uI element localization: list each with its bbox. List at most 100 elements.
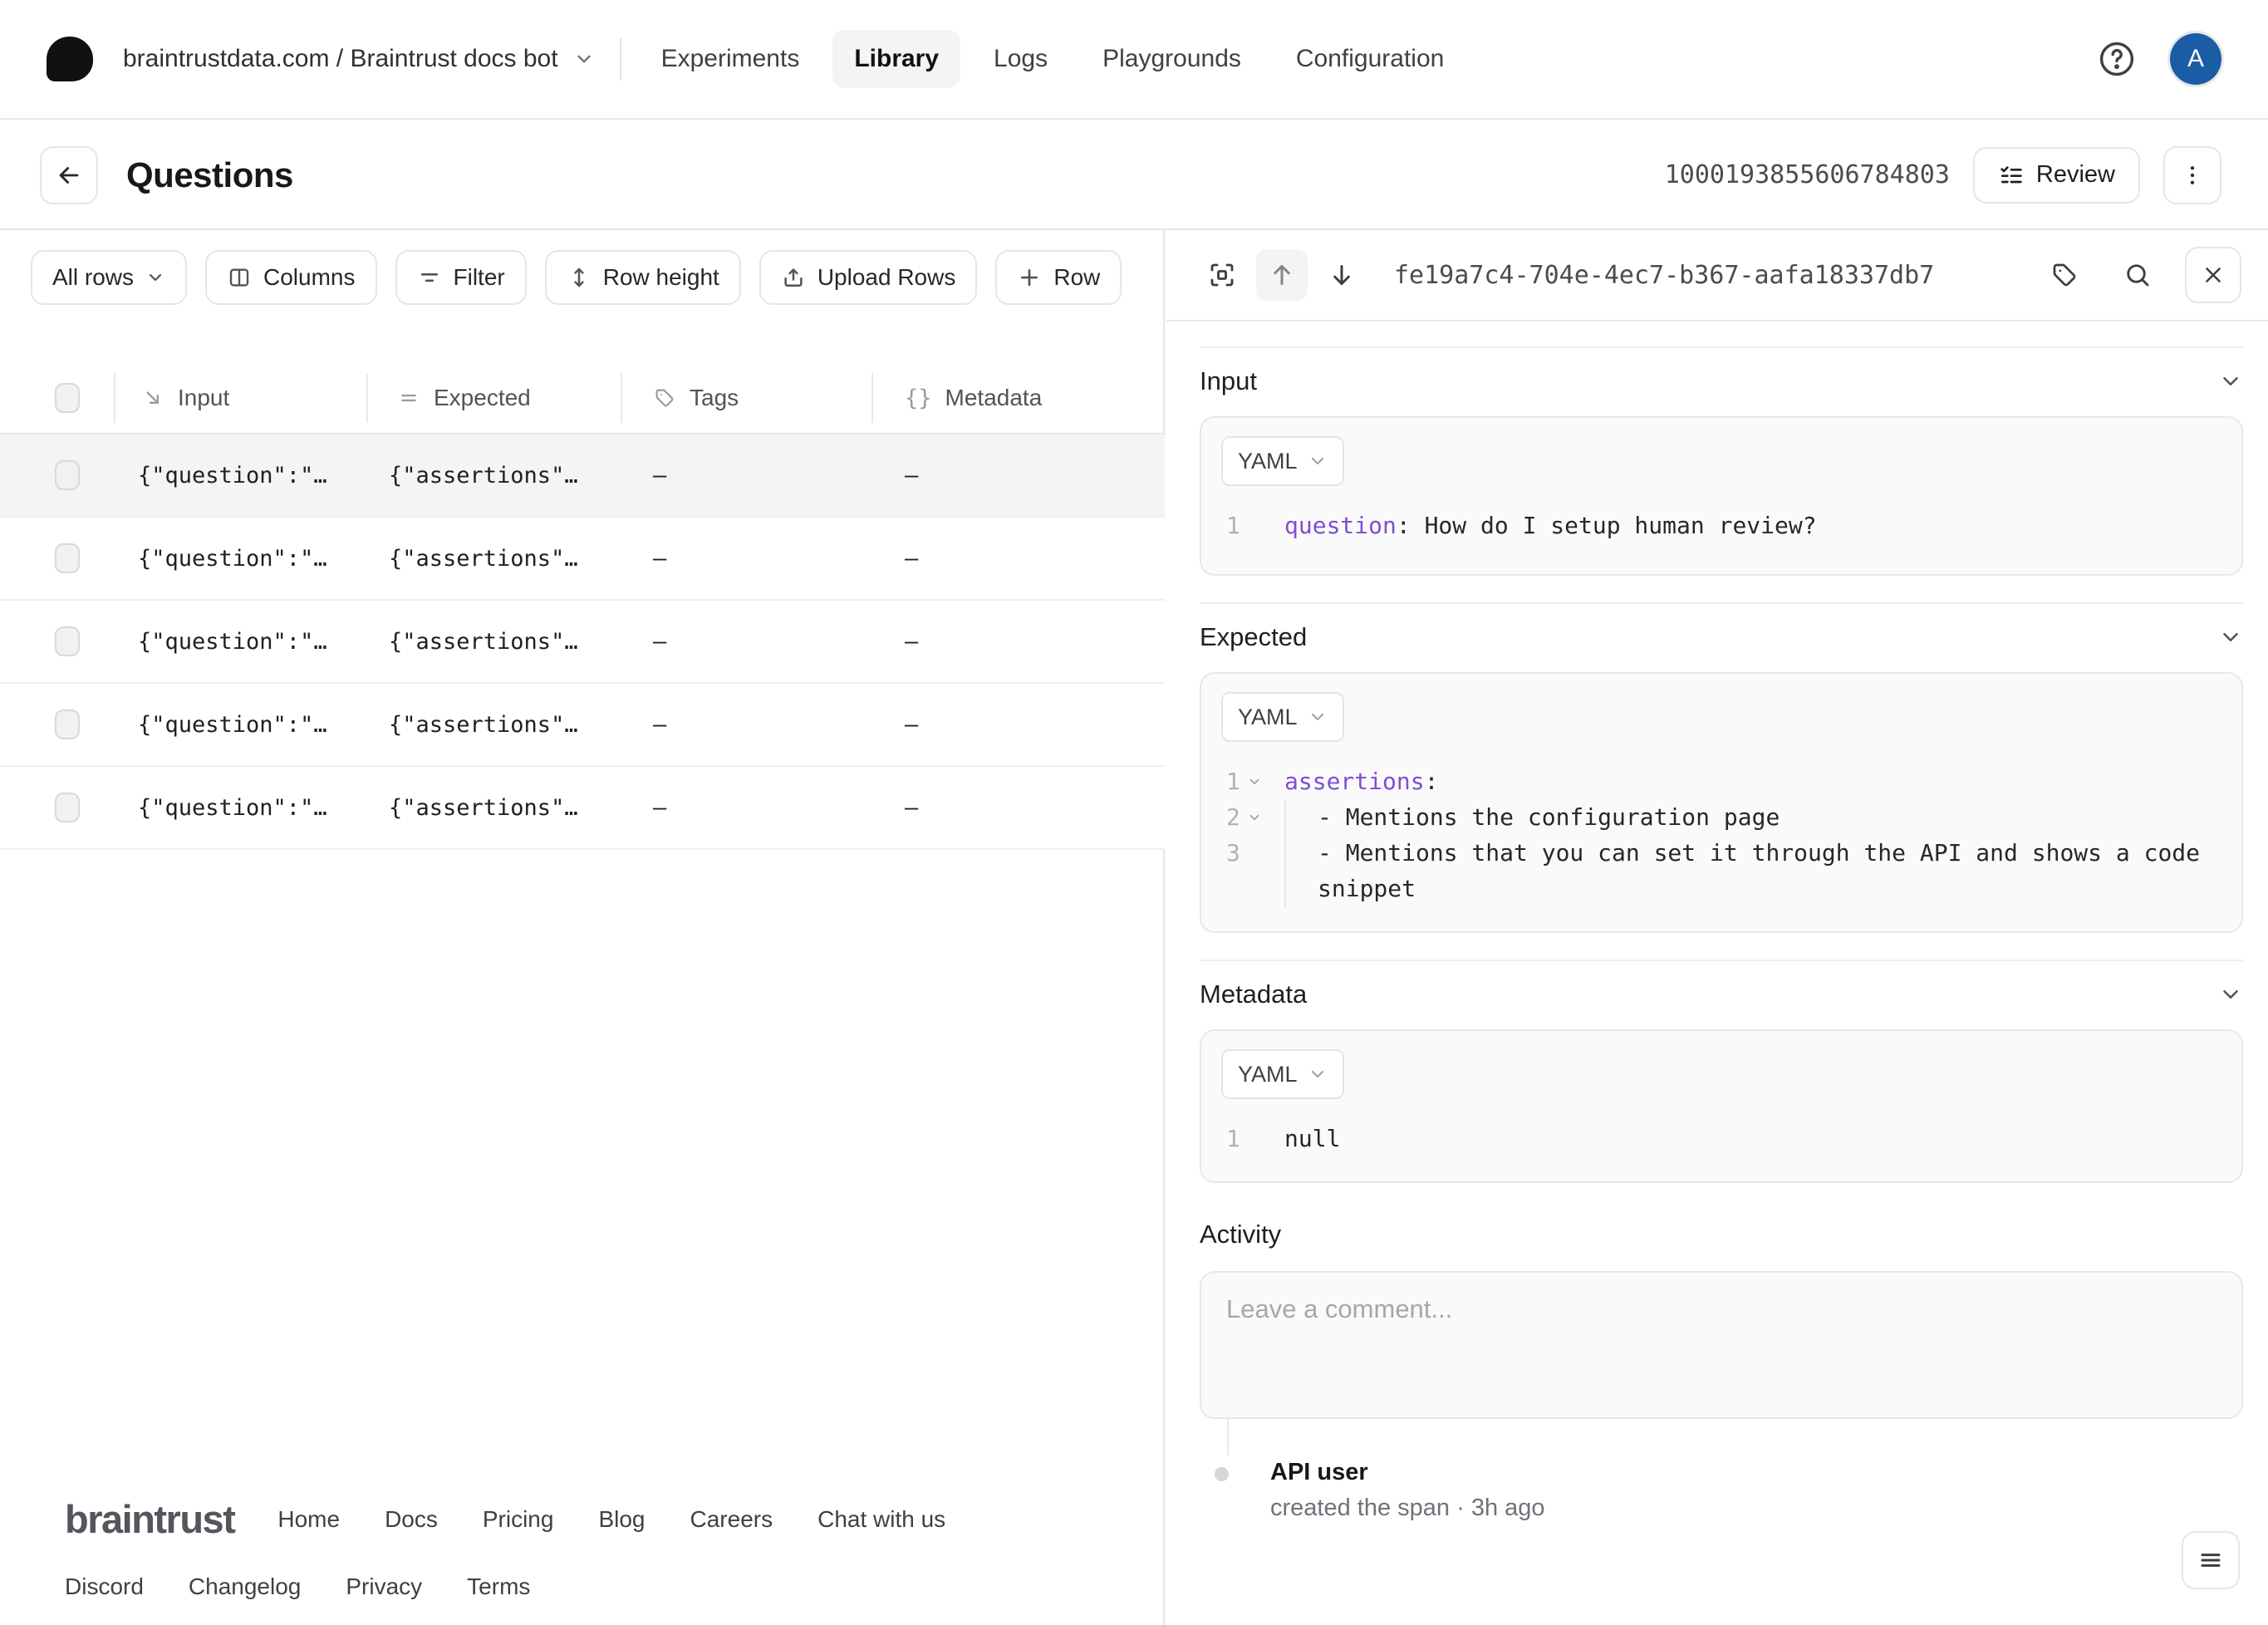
chevron-down-icon [1308,1064,1328,1084]
expected-code[interactable]: 1 assertions: 2 - Mentions the configura… [1213,763,2221,906]
section-title: Activity [1200,1220,1282,1249]
column-label: Tags [690,385,739,410]
add-row-button[interactable]: Row [995,250,1122,305]
equals-icon [397,386,420,410]
line-number: 1 [1226,1125,1240,1152]
search-icon[interactable] [2112,249,2163,301]
table-row-1[interactable]: {"question":"… {"assertions"… – – [0,434,1165,518]
cell-input: {"question":"… [138,794,327,821]
cell-metadata: – [905,628,919,655]
row-checkbox[interactable] [55,460,80,490]
chevron-down-icon [1308,451,1328,471]
section-title: Input [1200,366,1257,395]
braces-icon: {} [905,385,932,411]
close-panel-button[interactable] [2185,247,2241,303]
row-checkbox[interactable] [55,543,80,573]
fold-chevron-icon[interactable] [1247,810,1262,825]
yaml-colon: : [1424,768,1439,795]
column-header-expected[interactable]: Expected [397,363,531,433]
row-checkbox[interactable] [55,709,80,739]
metadata-card: YAML 1 null [1200,1029,2243,1183]
column-divider [114,373,115,423]
review-button[interactable]: Review [1972,146,2140,204]
table-row-2[interactable]: {"question":"… {"assertions"… – – [0,518,1165,601]
tag-icon[interactable] [2039,249,2090,301]
cell-input: {"question":"… [138,462,327,488]
cell-tags: – [653,628,667,655]
footer-link-pricing[interactable]: Pricing [483,1506,554,1533]
chevron-down-icon [573,48,595,70]
tab-logs[interactable]: Logs [972,30,1069,88]
upload-rows-button[interactable]: Upload Rows [758,250,978,305]
tab-library[interactable]: Library [832,30,961,88]
previous-row-button[interactable] [1256,249,1308,301]
tag-icon [653,386,676,410]
tab-playgrounds[interactable]: Playgrounds [1081,30,1263,88]
footer-link-home[interactable]: Home [277,1506,340,1533]
table-row-4[interactable]: {"question":"… {"assertions"… – – [0,684,1165,767]
expand-icon[interactable] [1196,249,1248,301]
project-breadcrumb[interactable]: braintrustdata.com / Braintrust docs bot [123,45,595,73]
column-label: Metadata [945,385,1043,410]
footer-link-blog[interactable]: Blog [598,1506,645,1533]
more-options-button[interactable] [2163,145,2221,204]
input-code[interactable]: 1 question: How do I setup human review? [1213,508,2221,543]
breadcrumb-label: braintrustdata.com / Braintrust docs bot [123,45,558,72]
yaml-value: : How do I setup human review? [1396,512,1817,539]
detail-panel-body: Input YAML 1 question: How do I setup hu… [1166,323,2268,1625]
footer-link-changelog[interactable]: Changelog [189,1573,301,1600]
metadata-code[interactable]: 1 null [1213,1121,2221,1156]
format-label: YAML [1238,704,1298,729]
column-header-input[interactable]: Input [141,363,229,433]
footer-link-careers[interactable]: Careers [690,1506,773,1533]
column-header-tags[interactable]: Tags [653,363,739,433]
line-number: 1 [1226,512,1240,539]
format-dropdown[interactable]: YAML [1221,1049,1344,1099]
cell-tags: – [653,794,667,821]
support-menu-button[interactable] [2182,1531,2240,1589]
row-checkbox[interactable] [55,793,80,822]
input-card: YAML 1 question: How do I setup human re… [1200,416,2243,576]
table-row-5[interactable]: {"question":"… {"assertions"… – – [0,767,1165,850]
avatar[interactable]: A [2170,33,2221,85]
table-row-3[interactable]: {"question":"… {"assertions"… – – [0,601,1165,684]
footer-link-privacy[interactable]: Privacy [346,1573,422,1600]
help-icon[interactable] [2097,39,2137,79]
footer-link-terms[interactable]: Terms [467,1573,530,1600]
fold-chevron-icon[interactable] [1247,774,1262,789]
table-body: {"question":"… {"assertions"… – – {"ques… [0,434,1165,850]
column-header-metadata[interactable]: {} Metadata [905,363,1042,433]
chevron-down-icon[interactable] [2218,982,2243,1007]
format-dropdown[interactable]: YAML [1221,692,1344,742]
next-row-button[interactable] [1316,249,1367,301]
row-checkbox[interactable] [55,626,80,656]
section-header-activity: Activity [1200,1220,2243,1249]
cell-input: {"question":"… [138,711,327,738]
row-height-button[interactable]: Row height [544,250,741,305]
footer-link-docs[interactable]: Docs [385,1506,438,1533]
review-label: Review [2035,161,2115,188]
tab-configuration[interactable]: Configuration [1274,30,1465,88]
select-all-checkbox[interactable] [55,383,80,413]
tab-experiments[interactable]: Experiments [640,30,822,88]
cell-tags: – [653,462,667,488]
chevron-down-icon[interactable] [2218,625,2243,650]
yaml-key: assertions [1284,768,1425,795]
braintrust-logo-icon[interactable] [47,37,93,81]
line-number: 1 [1226,768,1240,795]
table-header: Input Expected Tags {} Metadata [0,363,1165,433]
app-window: braintrustdata.com / Braintrust docs bot… [0,0,2268,1625]
filter-button[interactable]: Filter [395,250,527,305]
format-dropdown[interactable]: YAML [1221,436,1344,486]
section-divider [1200,960,2243,961]
footer-link-chat[interactable]: Chat with us [817,1506,945,1533]
comment-input[interactable] [1225,1293,2221,1401]
footer-link-discord[interactable]: Discord [65,1573,144,1600]
chevron-down-icon[interactable] [2218,369,2243,394]
columns-button[interactable]: Columns [205,250,377,305]
back-button[interactable] [40,145,98,204]
cell-expected: {"assertions"… [389,462,578,488]
line-number: 2 [1226,803,1240,831]
section-header-input: Input [1200,366,2243,396]
rows-filter-dropdown[interactable]: All rows [31,250,188,305]
